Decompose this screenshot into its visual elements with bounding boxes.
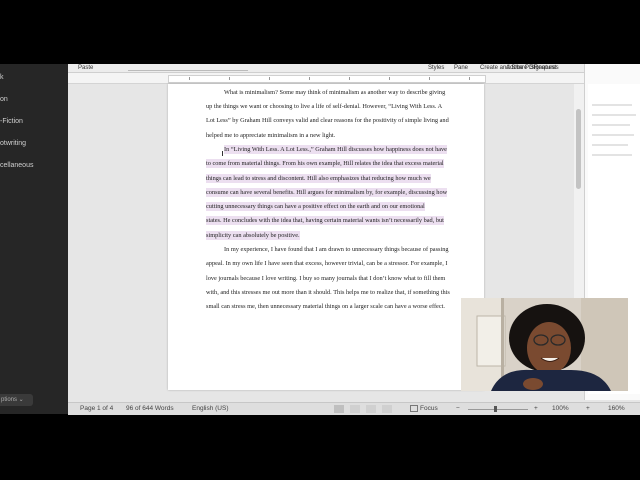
word-count[interactable]: 96 of 644 Words xyxy=(126,403,174,415)
outline-icon[interactable] xyxy=(366,405,376,413)
doc-line: appeal. In my own life I have seen that … xyxy=(206,260,448,267)
sidebar-item-2[interactable]: on xyxy=(0,96,8,103)
ribbon-paste[interactable]: Paste xyxy=(78,64,93,72)
webcam-overlay xyxy=(461,298,628,391)
draft-icon[interactable] xyxy=(382,405,392,413)
doc-line: small can stress me, then unnecessary ma… xyxy=(206,303,445,310)
doc-line: Lot Less” by Graham Hill conveys valid a… xyxy=(206,117,449,124)
options-button[interactable]: ptions ⌄ xyxy=(0,394,33,406)
zoom-out-icon[interactable]: − xyxy=(456,403,460,415)
doc-line-selected: things can lead to stress and discontent… xyxy=(206,174,431,183)
zoom-in-icon[interactable]: + xyxy=(534,403,538,415)
page-count[interactable]: Page 1 of 4 xyxy=(80,403,113,415)
sidebar-item-3[interactable]: -Fiction xyxy=(0,118,23,125)
scrollbar-thumb[interactable] xyxy=(576,109,581,189)
web-layout-icon[interactable] xyxy=(350,405,360,413)
webcam-person-image xyxy=(461,298,628,391)
status-bar: Page 1 of 4 96 of 644 Words English (US)… xyxy=(68,402,640,415)
ribbon-format-tools[interactable] xyxy=(128,64,248,71)
doc-line: In my experience, I have found that I am… xyxy=(224,246,449,253)
finder-sidebar: k on -Fiction otwriting cellaneous ption… xyxy=(0,64,68,414)
doc-line: up the things we want or choosing to liv… xyxy=(206,103,443,110)
text-cursor-icon xyxy=(222,151,223,156)
doc-line-selected: to come from material things. From his o… xyxy=(206,159,444,168)
options-label: ptions xyxy=(1,397,18,403)
focus-label[interactable]: Focus xyxy=(420,403,438,415)
zoom-slider-thumb[interactable] xyxy=(494,406,497,412)
sidebar-item-4[interactable]: otwriting xyxy=(0,140,26,147)
doc-line: with, and this stresses me out more than… xyxy=(206,289,450,296)
ribbon: Paste Styles Pane Create and Share Adobe… xyxy=(68,64,640,73)
zoom-level[interactable]: 100% xyxy=(552,403,569,415)
zoom-slider[interactable] xyxy=(468,409,528,410)
print-layout-icon[interactable] xyxy=(334,405,344,413)
doc-line: love journals because I love writing. I … xyxy=(206,275,446,282)
doc-line: What is minimalism? Some may think of mi… xyxy=(224,89,446,96)
ribbon-signatures[interactable]: Signatures xyxy=(530,64,559,72)
ruler[interactable] xyxy=(168,75,486,83)
doc-line-selected: consume can have several benefits. Hill … xyxy=(206,188,448,197)
focus-icon[interactable] xyxy=(410,405,418,412)
sidebar-item-5[interactable]: cellaneous xyxy=(0,162,33,169)
document-language[interactable]: English (US) xyxy=(192,403,228,415)
ribbon-styles[interactable]: Styles xyxy=(428,64,444,72)
doc-line: helped me to appreciate minimalism in a … xyxy=(206,132,336,139)
sidebar-item-1[interactable]: k xyxy=(0,74,4,81)
zoom-level-right[interactable]: 160% xyxy=(608,403,625,415)
doc-line-selected: states. He concludes with the idea that,… xyxy=(206,216,444,225)
doc-line-selected: simplicity can absolutely be positive. xyxy=(206,231,300,240)
document-page[interactable]: What is minimalism? Some may think of mi… xyxy=(168,84,484,390)
right-plus-icon[interactable]: + xyxy=(586,403,590,415)
doc-line-selected: cutting unnecessary things can have a po… xyxy=(206,202,425,211)
ribbon-pane[interactable]: Pane xyxy=(454,64,468,72)
doc-line-selected: In “Living With Less. A Lot Less.,” Grah… xyxy=(224,145,447,154)
